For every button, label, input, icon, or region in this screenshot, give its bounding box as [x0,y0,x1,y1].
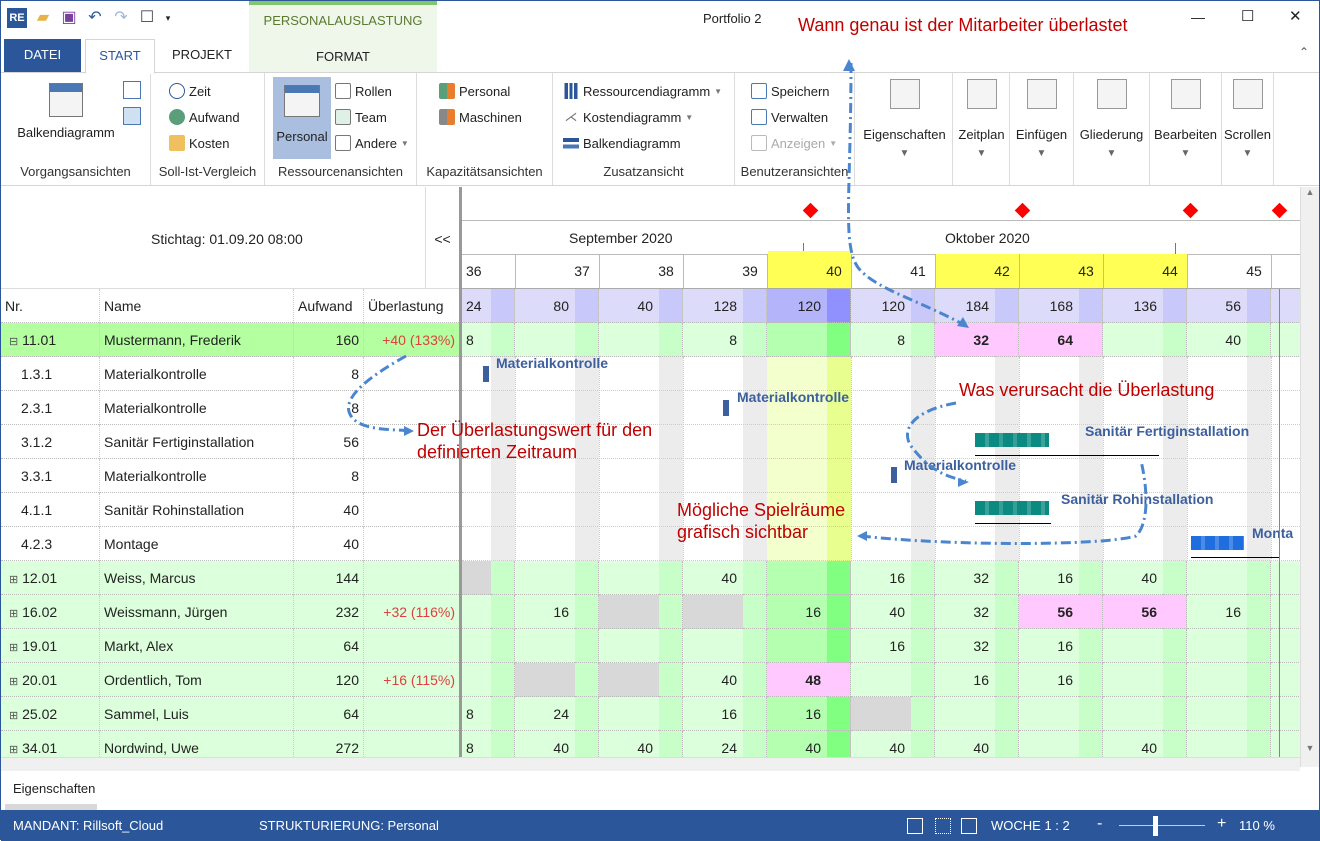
tab-start[interactable]: START [85,39,155,74]
arrow-when [847,62,967,328]
app-window: RE ▰ ▣ ↶ ↷ ☐ ▾ PERSONALAUSLASTUNG FORMAT… [0,0,1320,841]
arrow-slack [860,460,1148,545]
arrow-value [347,354,412,433]
arrow-cause [906,401,967,483]
annotation-arrows [347,59,1148,545]
